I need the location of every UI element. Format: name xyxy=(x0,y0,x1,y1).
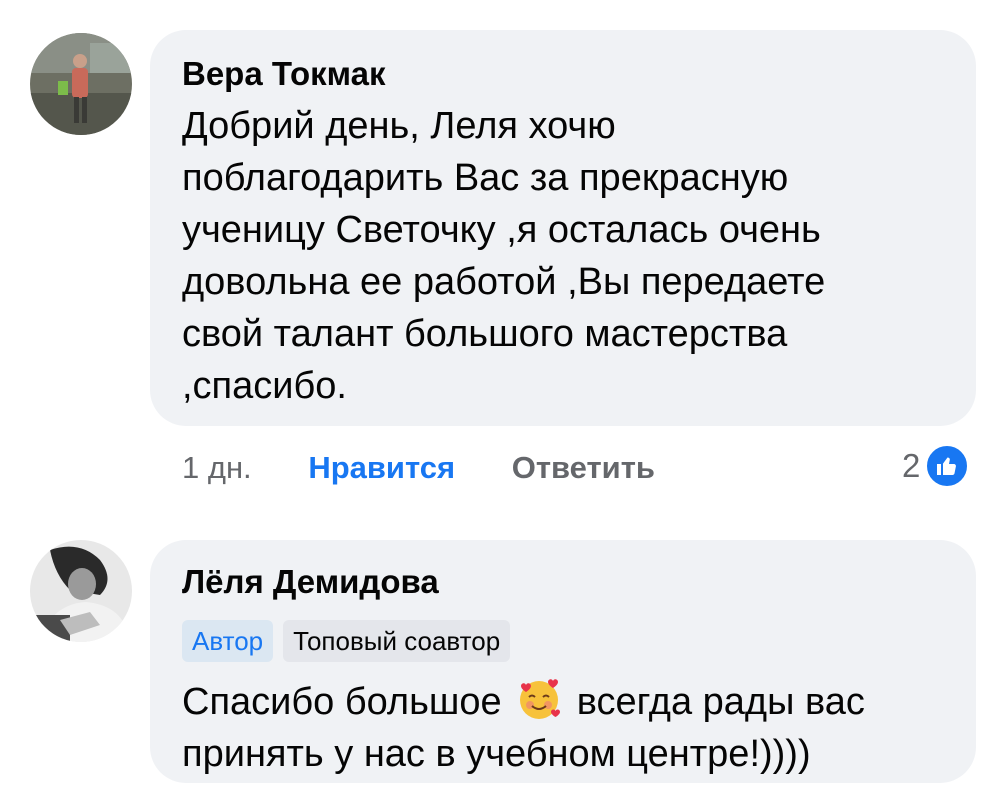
top-contributor-badge[interactable]: Топовый соавтор xyxy=(283,620,511,662)
reaction-count: 2 xyxy=(902,447,921,484)
comment-text-part: Спасибо большое xyxy=(182,681,502,723)
comment-actions: 1 дн. Нравится Ответить xyxy=(182,450,655,486)
smiling-face-with-hearts-icon xyxy=(516,676,562,722)
avatar-photo-icon xyxy=(30,33,132,135)
comment-timestamp[interactable]: 1 дн. xyxy=(182,450,252,485)
avatar-photo-icon xyxy=(30,540,132,642)
comment-author[interactable]: Вера Токмак xyxy=(182,54,936,94)
author-avatar[interactable] xyxy=(30,540,132,642)
reply-button[interactable]: Ответить xyxy=(512,450,655,485)
author-badges: Автор Топовый соавтор xyxy=(182,620,946,662)
author-badge: Автор xyxy=(182,620,274,662)
comment-bubble: Вера Токмак Добрий день, Леля хочю побла… xyxy=(150,30,976,426)
commenter-avatar[interactable] xyxy=(30,33,132,135)
comment-text: Добрий день, Леля хочю поблагодарить Вас… xyxy=(182,105,826,407)
comment-bubble: Лёля Демидова Автор Топовый соавтор Спас… xyxy=(150,540,976,783)
comment-text: Спасибо большое всегда рады вас принять … xyxy=(182,676,942,780)
like-button[interactable]: Нравится xyxy=(308,450,455,485)
thumbs-up-icon xyxy=(924,443,971,489)
reaction-summary[interactable]: 2 xyxy=(902,443,971,489)
comment-author[interactable]: Лёля Демидова xyxy=(182,562,946,602)
